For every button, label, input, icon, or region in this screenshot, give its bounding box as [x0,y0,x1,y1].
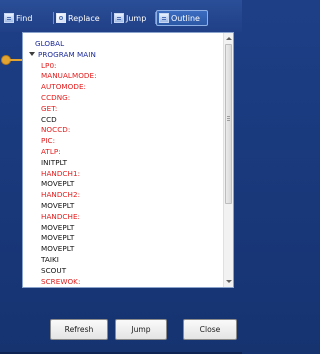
tree-node-label: TAIKI [41,254,59,264]
scroll-thumb[interactable] [225,44,232,204]
vertical-scrollbar[interactable] [223,33,233,287]
tree-node[interactable]: SCOUT [23,266,223,277]
replace-icon [56,13,66,23]
find-icon [4,13,14,23]
tree-node-label: SCREWOK: [41,276,81,286]
tree-node-label: MOVEPLT [41,233,75,243]
tree-node-label: GLOBAL [35,39,65,48]
tree-node[interactable]: SCREWOK: [23,276,223,287]
tree-node[interactable]: CCDNG: [23,93,223,104]
tab-find-label: Find [16,13,33,23]
tree-node-label: MOVEPLT [41,200,75,210]
toolbar: Find Replace Jump Outline [0,0,242,32]
tab-outline[interactable]: Outline [156,10,208,26]
tree-node[interactable]: CCD [23,115,223,126]
tree-node-label: PROGRAM MAIN [38,49,96,59]
tree-node[interactable]: LP0: [23,61,223,72]
tree-node-label: PIC: [41,136,56,146]
tree-node-label: MOVEPLT [41,244,75,254]
tree-node[interactable]: ATLP: [23,147,223,158]
jump-icon [114,13,124,23]
tree-node-program-main[interactable]: PROGRAM MAIN [23,50,223,61]
tree-node-label: LP0: [41,60,57,70]
tree-node-label: CCD [41,114,57,124]
tab-replace-label: Replace [68,13,100,23]
tree-node-label: HANDCHE: [41,211,81,221]
tree-node-label: GET: [41,103,58,113]
tree-node[interactable]: MOVEPLT [23,233,223,244]
tab-jump-label: Jump [126,13,147,23]
tree-node-label: AUTOMODE: [41,82,87,92]
tab-jump[interactable]: Jump [112,10,156,26]
tree-node[interactable]: NOCCD: [23,125,223,136]
outline-panel: GLOBAL PROGRAM MAIN LP0: MANUALMODE: AUT… [22,32,234,288]
tree-node-label: NOCCD: [41,125,71,135]
tab-outline-label: Outline [171,13,200,23]
tree-node-label: HANDCH2: [41,190,81,200]
tree-node-label: CCDNG: [41,92,71,102]
connector-line [9,59,22,61]
jump-button[interactable]: Jump [115,319,167,340]
tree-node[interactable]: HANDCH1: [23,169,223,180]
tree-node-label: MANUALMODE: [41,71,97,81]
outline-icon [159,13,169,23]
scroll-down-arrow-icon[interactable] [225,277,233,286]
scroll-up-arrow-icon[interactable] [225,34,233,43]
tree-node-global[interactable]: GLOBAL [23,39,223,50]
tree-node[interactable]: MOVEPLT [23,201,223,212]
tree-node[interactable]: HANDCHE: [23,212,223,223]
tree-node[interactable]: PIC: [23,136,223,147]
tree-node[interactable]: MOVEPLT [23,223,223,234]
tree-node[interactable]: MANUALMODE: [23,71,223,82]
tree-node[interactable]: INITPLT [23,158,223,169]
outline-tree[interactable]: GLOBAL PROGRAM MAIN LP0: MANUALMODE: AUT… [23,33,223,287]
tab-find[interactable]: Find [2,10,54,26]
refresh-button[interactable]: Refresh [50,319,108,340]
tree-node-label: SCOUT [41,265,67,275]
tree-node-label: MOVEPLT [41,222,75,232]
tree-node[interactable]: MOVEPLT [23,244,223,255]
tree-node-label: MOVEPLT [41,179,75,189]
tree-node[interactable]: MOVEPLT [23,179,223,190]
tab-replace[interactable]: Replace [54,10,112,26]
tree-node[interactable]: GET: [23,104,223,115]
tree-node[interactable]: HANDCH2: [23,190,223,201]
expand-arrow-icon[interactable] [29,51,35,56]
tree-node-label: HANDCH1: [41,168,81,178]
tree-node[interactable]: TAIKI [23,255,223,266]
tree-node-label: INITPLT [41,157,68,167]
tree-node-label: ATLP: [41,146,61,156]
close-button[interactable]: Close [183,319,237,340]
tree-node[interactable]: AUTOMODE: [23,82,223,93]
